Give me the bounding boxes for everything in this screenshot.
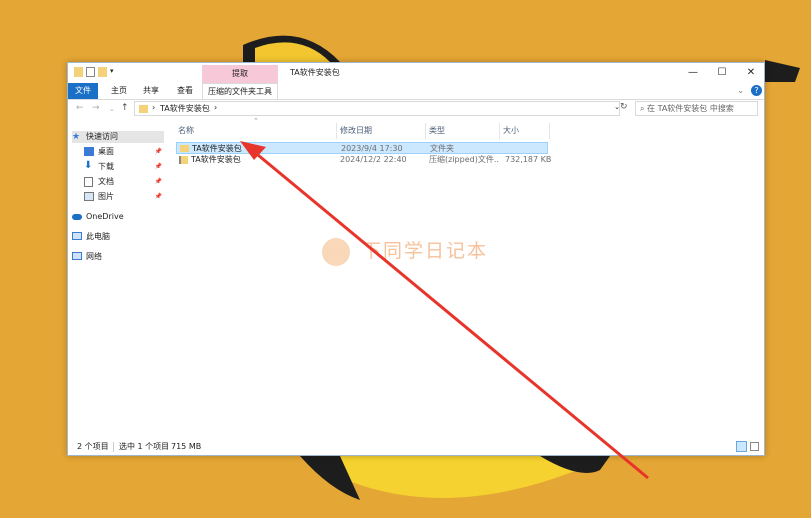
annotation-arrow	[240, 141, 649, 480]
